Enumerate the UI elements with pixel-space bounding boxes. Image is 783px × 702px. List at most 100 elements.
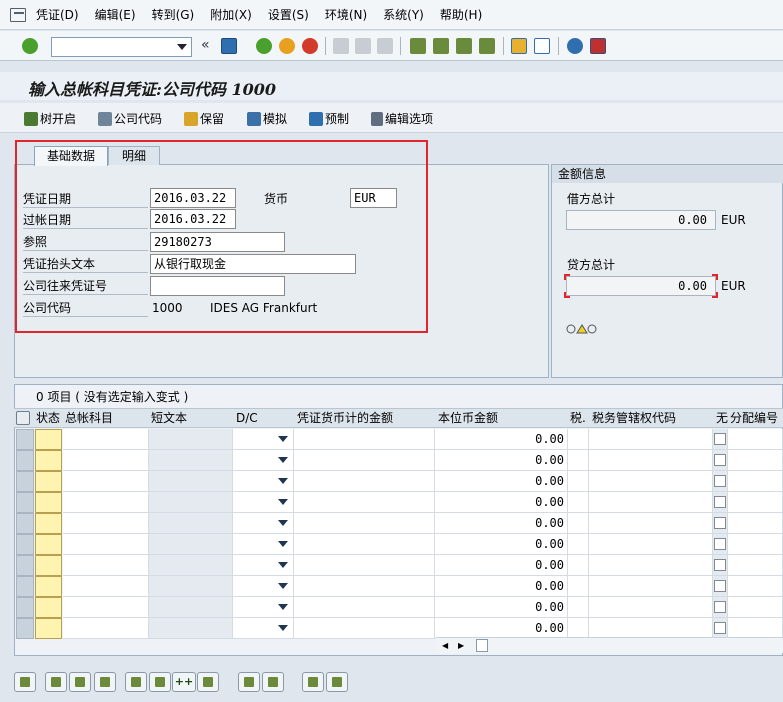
- double-chevron-left-icon[interactable]: «: [201, 37, 210, 53]
- tree-on-button[interactable]: 树开启: [24, 110, 76, 127]
- chevron-down-icon[interactable]: [278, 604, 288, 610]
- status-cell[interactable]: [35, 471, 62, 492]
- tax-cell[interactable]: [568, 450, 589, 471]
- gl-account-cell[interactable]: [63, 597, 149, 618]
- status-cell[interactable]: [35, 534, 62, 555]
- dc-cell[interactable]: [233, 492, 294, 513]
- horizontal-scrollbar[interactable]: ◀ ▶: [436, 637, 783, 653]
- col-doc-amount[interactable]: 凭证货币计的金额: [297, 409, 435, 427]
- dc-cell[interactable]: [233, 576, 294, 597]
- chevron-down-icon[interactable]: [278, 499, 288, 505]
- first-page-icon[interactable]: [410, 38, 426, 54]
- checkbox[interactable]: [714, 433, 726, 445]
- menu-voucher[interactable]: 凭证(D): [36, 6, 79, 23]
- menu-system[interactable]: 系统(Y): [383, 6, 424, 23]
- menu-help[interactable]: 帮助(H): [440, 6, 482, 23]
- gl-account-cell[interactable]: [63, 429, 149, 450]
- post-date-field[interactable]: 2016.03.22: [150, 209, 236, 229]
- layout-menu-icon[interactable]: [590, 38, 606, 54]
- chevron-down-icon[interactable]: [278, 457, 288, 463]
- assignment-cell[interactable]: [728, 429, 783, 450]
- new-session-icon[interactable]: [511, 38, 527, 54]
- local-amount-cell[interactable]: 0.00: [435, 597, 568, 618]
- assignment-cell[interactable]: [728, 513, 783, 534]
- status-cell[interactable]: [35, 492, 62, 513]
- tab-basic-data[interactable]: 基础数据: [34, 146, 108, 166]
- status-cell[interactable]: [35, 513, 62, 534]
- tax-cell[interactable]: [568, 576, 589, 597]
- tax-cell[interactable]: [568, 429, 589, 450]
- dc-cell[interactable]: [233, 429, 294, 450]
- status-cell[interactable]: [35, 429, 62, 450]
- system-menu-icon[interactable]: [10, 7, 26, 22]
- row-selector[interactable]: [16, 576, 34, 597]
- cancel-icon[interactable]: [302, 38, 318, 54]
- tax-jurisdiction-cell[interactable]: [589, 492, 713, 513]
- doc-amount-cell[interactable]: [294, 450, 435, 471]
- col-local-amount[interactable]: 本位币金额: [438, 409, 566, 427]
- print-icon[interactable]: [333, 38, 349, 54]
- chevron-down-icon[interactable]: [278, 562, 288, 568]
- append-row-button[interactable]: [149, 672, 171, 692]
- row-selector[interactable]: [16, 471, 34, 492]
- scroll-thumb[interactable]: [476, 639, 488, 652]
- chevron-down-icon[interactable]: [278, 583, 288, 589]
- col-tax-jurisdiction[interactable]: 税务管辖权代码: [592, 409, 714, 427]
- doc-amount-cell[interactable]: [294, 534, 435, 555]
- dc-cell[interactable]: [233, 555, 294, 576]
- previous-page-icon[interactable]: [433, 38, 449, 54]
- chevron-down-icon[interactable]: [278, 436, 288, 442]
- command-field[interactable]: [51, 37, 192, 57]
- sort-button[interactable]: [302, 672, 324, 692]
- insert-row-button[interactable]: [125, 672, 147, 692]
- tax-jurisdiction-cell[interactable]: [589, 534, 713, 555]
- doc-amount-cell[interactable]: [294, 555, 435, 576]
- status-cell[interactable]: [35, 576, 62, 597]
- col-status[interactable]: 状态: [36, 409, 63, 427]
- checkbox[interactable]: [714, 496, 726, 508]
- row-selector[interactable]: [16, 513, 34, 534]
- col-dc[interactable]: D/C: [236, 409, 291, 427]
- park-button[interactable]: 保留: [184, 110, 224, 127]
- assignment-cell[interactable]: [728, 618, 783, 639]
- local-amount-cell[interactable]: 0.00: [435, 471, 568, 492]
- dc-cell[interactable]: [233, 618, 294, 639]
- checkbox[interactable]: [714, 559, 726, 571]
- chevron-down-icon[interactable]: [278, 541, 288, 547]
- gl-account-cell[interactable]: [63, 450, 149, 471]
- tax-jurisdiction-cell[interactable]: [589, 555, 713, 576]
- back-icon[interactable]: [256, 38, 272, 54]
- menu-goto[interactable]: 转到(G): [152, 6, 195, 23]
- tax-cell[interactable]: [568, 492, 589, 513]
- tab-details[interactable]: 明细: [108, 146, 160, 165]
- tax-cell[interactable]: [568, 597, 589, 618]
- next-page-icon[interactable]: [456, 38, 472, 54]
- doc-amount-cell[interactable]: [294, 429, 435, 450]
- tax-jurisdiction-cell[interactable]: [589, 618, 713, 639]
- dc-cell[interactable]: [233, 513, 294, 534]
- col-assignment[interactable]: 分配编号: [730, 409, 783, 427]
- row-selector[interactable]: [16, 450, 34, 471]
- menu-extras[interactable]: 附加(X): [210, 6, 252, 23]
- simulate-button[interactable]: 模拟: [247, 110, 287, 127]
- gl-account-cell[interactable]: [63, 471, 149, 492]
- local-amount-cell[interactable]: 0.00: [435, 429, 568, 450]
- chevron-down-icon[interactable]: [278, 478, 288, 484]
- row-selector[interactable]: [16, 429, 34, 450]
- local-amount-cell[interactable]: 0.00: [435, 555, 568, 576]
- find-icon[interactable]: [355, 38, 371, 54]
- status-cell[interactable]: [35, 555, 62, 576]
- filter-button[interactable]: [326, 672, 348, 692]
- scroll-left-icon[interactable]: ◀: [442, 641, 448, 650]
- col-short-text[interactable]: 短文本: [151, 409, 231, 427]
- doc-amount-cell[interactable]: [294, 597, 435, 618]
- gl-account-cell[interactable]: [63, 513, 149, 534]
- menu-edit[interactable]: 编辑(E): [95, 6, 136, 23]
- assignment-cell[interactable]: [728, 597, 783, 618]
- row-selector[interactable]: [16, 534, 34, 555]
- help-icon[interactable]: [567, 38, 583, 54]
- company-code-button[interactable]: 公司代码: [98, 110, 162, 127]
- local-amount-cell[interactable]: 0.00: [435, 492, 568, 513]
- doc-amount-cell[interactable]: [294, 576, 435, 597]
- status-cell[interactable]: [35, 597, 62, 618]
